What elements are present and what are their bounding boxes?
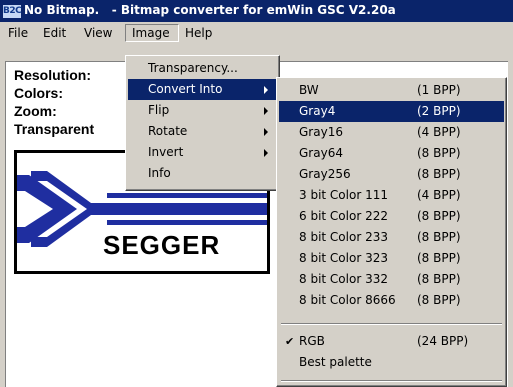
menu-item-bpp: (8 BPP): [417, 209, 461, 223]
menu-item-invert[interactable]: Invert: [128, 142, 277, 163]
submenu-arrow-icon: [264, 149, 268, 157]
menu-item-rgb[interactable]: ✔ RGB (24 BPP): [279, 331, 504, 352]
menu-item-gray4[interactable]: Gray4 (2 BPP): [279, 101, 504, 122]
menu-item-label: Gray256: [299, 167, 351, 181]
menu-item-label: 8 bit Color 8666: [299, 293, 396, 307]
menu-item-label: 8 bit Color 332: [299, 272, 388, 286]
segger-logo-text: SEGGER: [103, 230, 220, 260]
menu-item-bpp: (8 BPP): [417, 146, 461, 160]
menu-item-bpp: (8 BPP): [417, 167, 461, 181]
menu-item-label: Rotate: [148, 124, 188, 138]
menu-view[interactable]: View: [78, 24, 118, 42]
menu-item-gray256[interactable]: Gray256 (8 BPP): [279, 164, 504, 185]
menu-item-bpp: (8 BPP): [417, 230, 461, 244]
menu-item-convert-into[interactable]: Convert Into: [128, 79, 277, 100]
menu-item-label: 6 bit Color 222: [299, 209, 388, 223]
title-bar[interactable]: B2C No Bitmap. - Bitmap converter for em…: [0, 0, 513, 22]
submenu-arrow-icon: [264, 107, 268, 115]
menu-item-label: 8 bit Color 233: [299, 230, 388, 244]
menu-item-bw[interactable]: BW (1 BPP): [279, 80, 504, 101]
submenu-arrow-icon: [264, 128, 268, 136]
menu-item-gray16[interactable]: Gray16 (4 BPP): [279, 122, 504, 143]
menu-edit[interactable]: Edit: [37, 24, 72, 42]
menu-item-label: Invert: [148, 145, 184, 159]
convert-into-submenu: BW (1 BPP) Gray4 (2 BPP) Gray16 (4 BPP) …: [276, 77, 507, 387]
transparent-label: Transparent: [14, 121, 95, 137]
menu-item-bpp: (8 BPP): [417, 293, 461, 307]
menu-separator: [281, 323, 502, 325]
menu-item-color-111[interactable]: 3 bit Color 111 (4 BPP): [279, 185, 504, 206]
menu-item-bpp: (1 BPP): [417, 83, 461, 97]
menu-item-label: Info: [148, 166, 171, 180]
menu-item-gray64[interactable]: Gray64 (8 BPP): [279, 143, 504, 164]
menu-item-color-233[interactable]: 8 bit Color 233 (8 BPP): [279, 227, 504, 248]
menu-item-bpp: (4 BPP): [417, 125, 461, 139]
menu-item-bpp: (8 BPP): [417, 272, 461, 286]
menu-bar: File Edit View Image Help: [0, 22, 513, 44]
menu-item-label: Gray4: [299, 104, 336, 118]
menu-item-bpp: (8 BPP): [417, 251, 461, 265]
menu-item-label: Gray16: [299, 125, 343, 139]
menu-item-label: RGB: [299, 334, 325, 348]
menu-file[interactable]: File: [2, 24, 34, 42]
zoom-label: Zoom:: [14, 103, 57, 119]
menu-item-label: Flip: [148, 103, 170, 117]
menu-help[interactable]: Help: [179, 24, 218, 42]
menu-item-bpp: (4 BPP): [417, 188, 461, 202]
menu-item-label: 8 bit Color 323: [299, 251, 388, 265]
window-title: No Bitmap. - Bitmap converter for emWin …: [24, 3, 396, 17]
image-menu: Transparency... Convert Into Flip Rotate…: [125, 55, 280, 191]
menu-item-transparency[interactable]: Transparency...: [128, 58, 277, 79]
menu-item-bpp: (24 BPP): [417, 334, 469, 348]
app-icon: B2C: [3, 5, 22, 18]
checkmark-icon: ✔: [285, 335, 295, 348]
colors-label: Colors:: [14, 85, 63, 101]
menu-item-color-222[interactable]: 6 bit Color 222 (8 BPP): [279, 206, 504, 227]
menu-item-bpp: (2 BPP): [417, 104, 461, 118]
menu-item-label: 3 bit Color 111: [299, 188, 388, 202]
menu-item-color-8666[interactable]: 8 bit Color 8666 (8 BPP): [279, 290, 504, 311]
menu-item-info[interactable]: Info: [128, 163, 277, 184]
menu-item-color-332[interactable]: 8 bit Color 332 (8 BPP): [279, 269, 504, 290]
resolution-label: Resolution:: [14, 67, 91, 83]
menu-item-label: BW: [299, 83, 319, 97]
menu-image[interactable]: Image: [125, 24, 179, 42]
menu-item-flip[interactable]: Flip: [128, 100, 277, 121]
menu-item-best-palette[interactable]: Best palette: [279, 352, 504, 373]
menu-item-label: Best palette: [299, 355, 372, 369]
menu-item-label: Convert Into: [148, 82, 223, 96]
menu-separator: [281, 380, 502, 382]
menu-item-color-323[interactable]: 8 bit Color 323 (8 BPP): [279, 248, 504, 269]
submenu-arrow-icon: [264, 86, 268, 94]
menu-item-label: Gray64: [299, 146, 343, 160]
menu-item-rotate[interactable]: Rotate: [128, 121, 277, 142]
menu-item-label: Transparency...: [148, 61, 238, 75]
